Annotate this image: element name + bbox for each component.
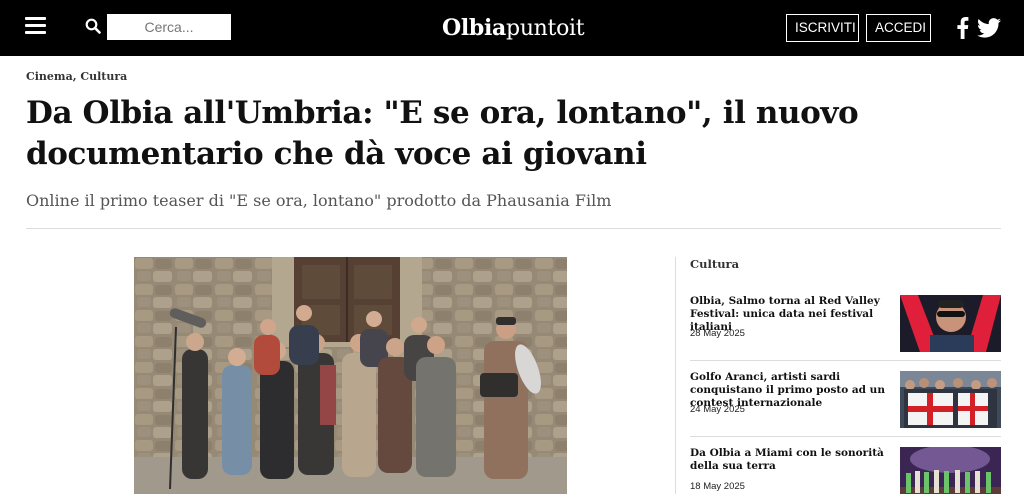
sidebar-article-date: 28 May 2025 xyxy=(690,328,745,339)
article-categories[interactable]: Cinema, Cultura xyxy=(26,70,127,83)
sidebar-article-date: 24 May 2025 xyxy=(690,404,745,415)
sidebar-article-thumbnail[interactable] xyxy=(900,447,1001,494)
menu-icon[interactable] xyxy=(25,17,46,35)
divider xyxy=(26,228,1001,229)
facebook-icon[interactable] xyxy=(956,17,969,39)
sidebar-article-thumbnail[interactable] xyxy=(900,371,1001,428)
logo-light-text: puntoit xyxy=(506,16,585,41)
subscribe-button[interactable]: ISCRIVITI xyxy=(786,14,859,42)
article-title: Da Olbia all'Umbria: "E se ora, lontano"… xyxy=(26,95,859,172)
sidebar-article-item[interactable]: Golfo Aranci, artisti sardi conquistano … xyxy=(690,371,1002,429)
sidebar-article-date: 18 May 2025 xyxy=(690,481,745,492)
sidebar-section-title[interactable]: Cultura xyxy=(690,257,739,271)
sidebar-article-item[interactable]: Da Olbia a Miami con le sonorità della s… xyxy=(690,447,1002,494)
search-input[interactable] xyxy=(107,14,231,40)
sidebar-divider xyxy=(675,257,676,494)
sidebar-article-item[interactable]: Olbia, Salmo torna al Red Valley Festiva… xyxy=(690,295,1002,353)
sidebar-separator xyxy=(690,360,1001,361)
search-icon[interactable] xyxy=(85,18,101,34)
twitter-icon[interactable] xyxy=(977,18,1001,38)
site-logo[interactable]: Olbiapuntoit xyxy=(442,12,585,44)
sidebar-article-title[interactable]: Da Olbia a Miami con le sonorità della s… xyxy=(690,447,890,473)
logo-bold-text: Olbia xyxy=(442,15,507,41)
sidebar-article-thumbnail[interactable] xyxy=(900,295,1001,352)
login-button[interactable]: ACCEDI xyxy=(866,14,931,42)
top-navigation-bar: Olbiapuntoit ISCRIVITI ACCEDI xyxy=(0,0,1024,56)
article-hero-image xyxy=(134,257,567,494)
article-subtitle: Online il primo teaser di "E se ora, lon… xyxy=(26,191,612,210)
sidebar-separator xyxy=(690,436,1001,437)
